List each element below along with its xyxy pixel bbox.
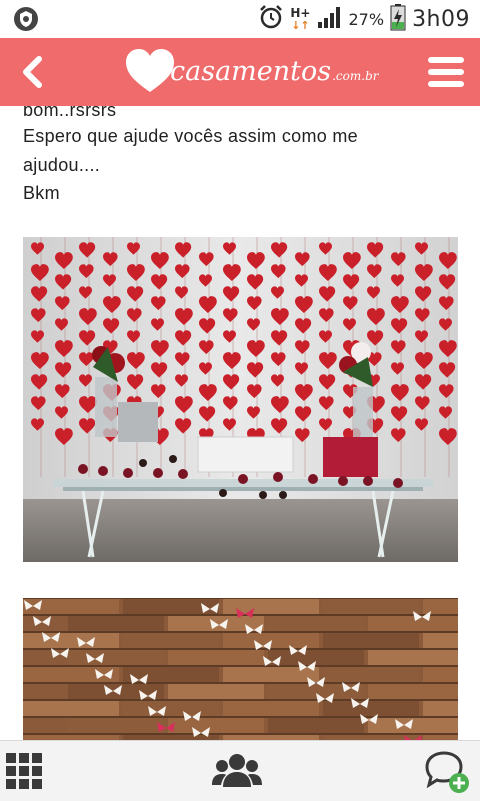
hearts-photo-image — [23, 237, 458, 562]
photo-hearts-table[interactable] — [23, 237, 458, 562]
community-button[interactable] — [212, 749, 262, 793]
post-content[interactable]: bom..rsrsrs Espero que ajude vocês assim… — [0, 106, 480, 740]
post-text-line: Espero que ajude vocês assim como me — [23, 126, 358, 146]
hamburger-menu-icon — [428, 57, 464, 87]
logo-main: casamentos — [170, 56, 332, 87]
photo-butterflies-wall[interactable] — [23, 598, 458, 740]
battery-percent: 27% — [348, 9, 385, 29]
add-chat-icon — [425, 751, 469, 793]
status-bar: H+ ↓↑ 27% 3h09 — [0, 0, 480, 38]
logo-suffix: .com.br — [332, 69, 379, 83]
post-text-line: Bkm — [23, 183, 60, 203]
back-button[interactable] — [10, 48, 58, 96]
battery-charging-icon — [390, 3, 406, 35]
network-type: H+ — [290, 5, 311, 20]
grid-menu-icon — [6, 753, 42, 789]
community-icon — [212, 754, 262, 787]
signal-icon — [317, 5, 343, 33]
site-logo[interactable]: casamentos.com.br — [124, 44, 378, 100]
back-arrow-icon — [23, 56, 42, 88]
bottom-bar — [0, 740, 480, 801]
add-chat-button[interactable] — [422, 749, 469, 793]
network-arrows-icon: H+ ↓↑ — [290, 5, 311, 32]
heart-logo-icon — [126, 49, 174, 92]
logo-text: casamentos.com.br — [170, 56, 378, 87]
grid-menu-button[interactable] — [2, 749, 48, 793]
shield-app-icon — [12, 5, 40, 37]
butterflies-photo-image — [23, 598, 458, 740]
post-text-line: bom..rsrsrs — [23, 106, 117, 120]
menu-button[interactable] — [426, 52, 466, 92]
alarm-icon — [258, 4, 284, 34]
app-bar: casamentos.com.br — [0, 38, 480, 106]
post-text-line: ajudou.... — [23, 155, 101, 175]
clock: 3h09 — [412, 6, 470, 32]
